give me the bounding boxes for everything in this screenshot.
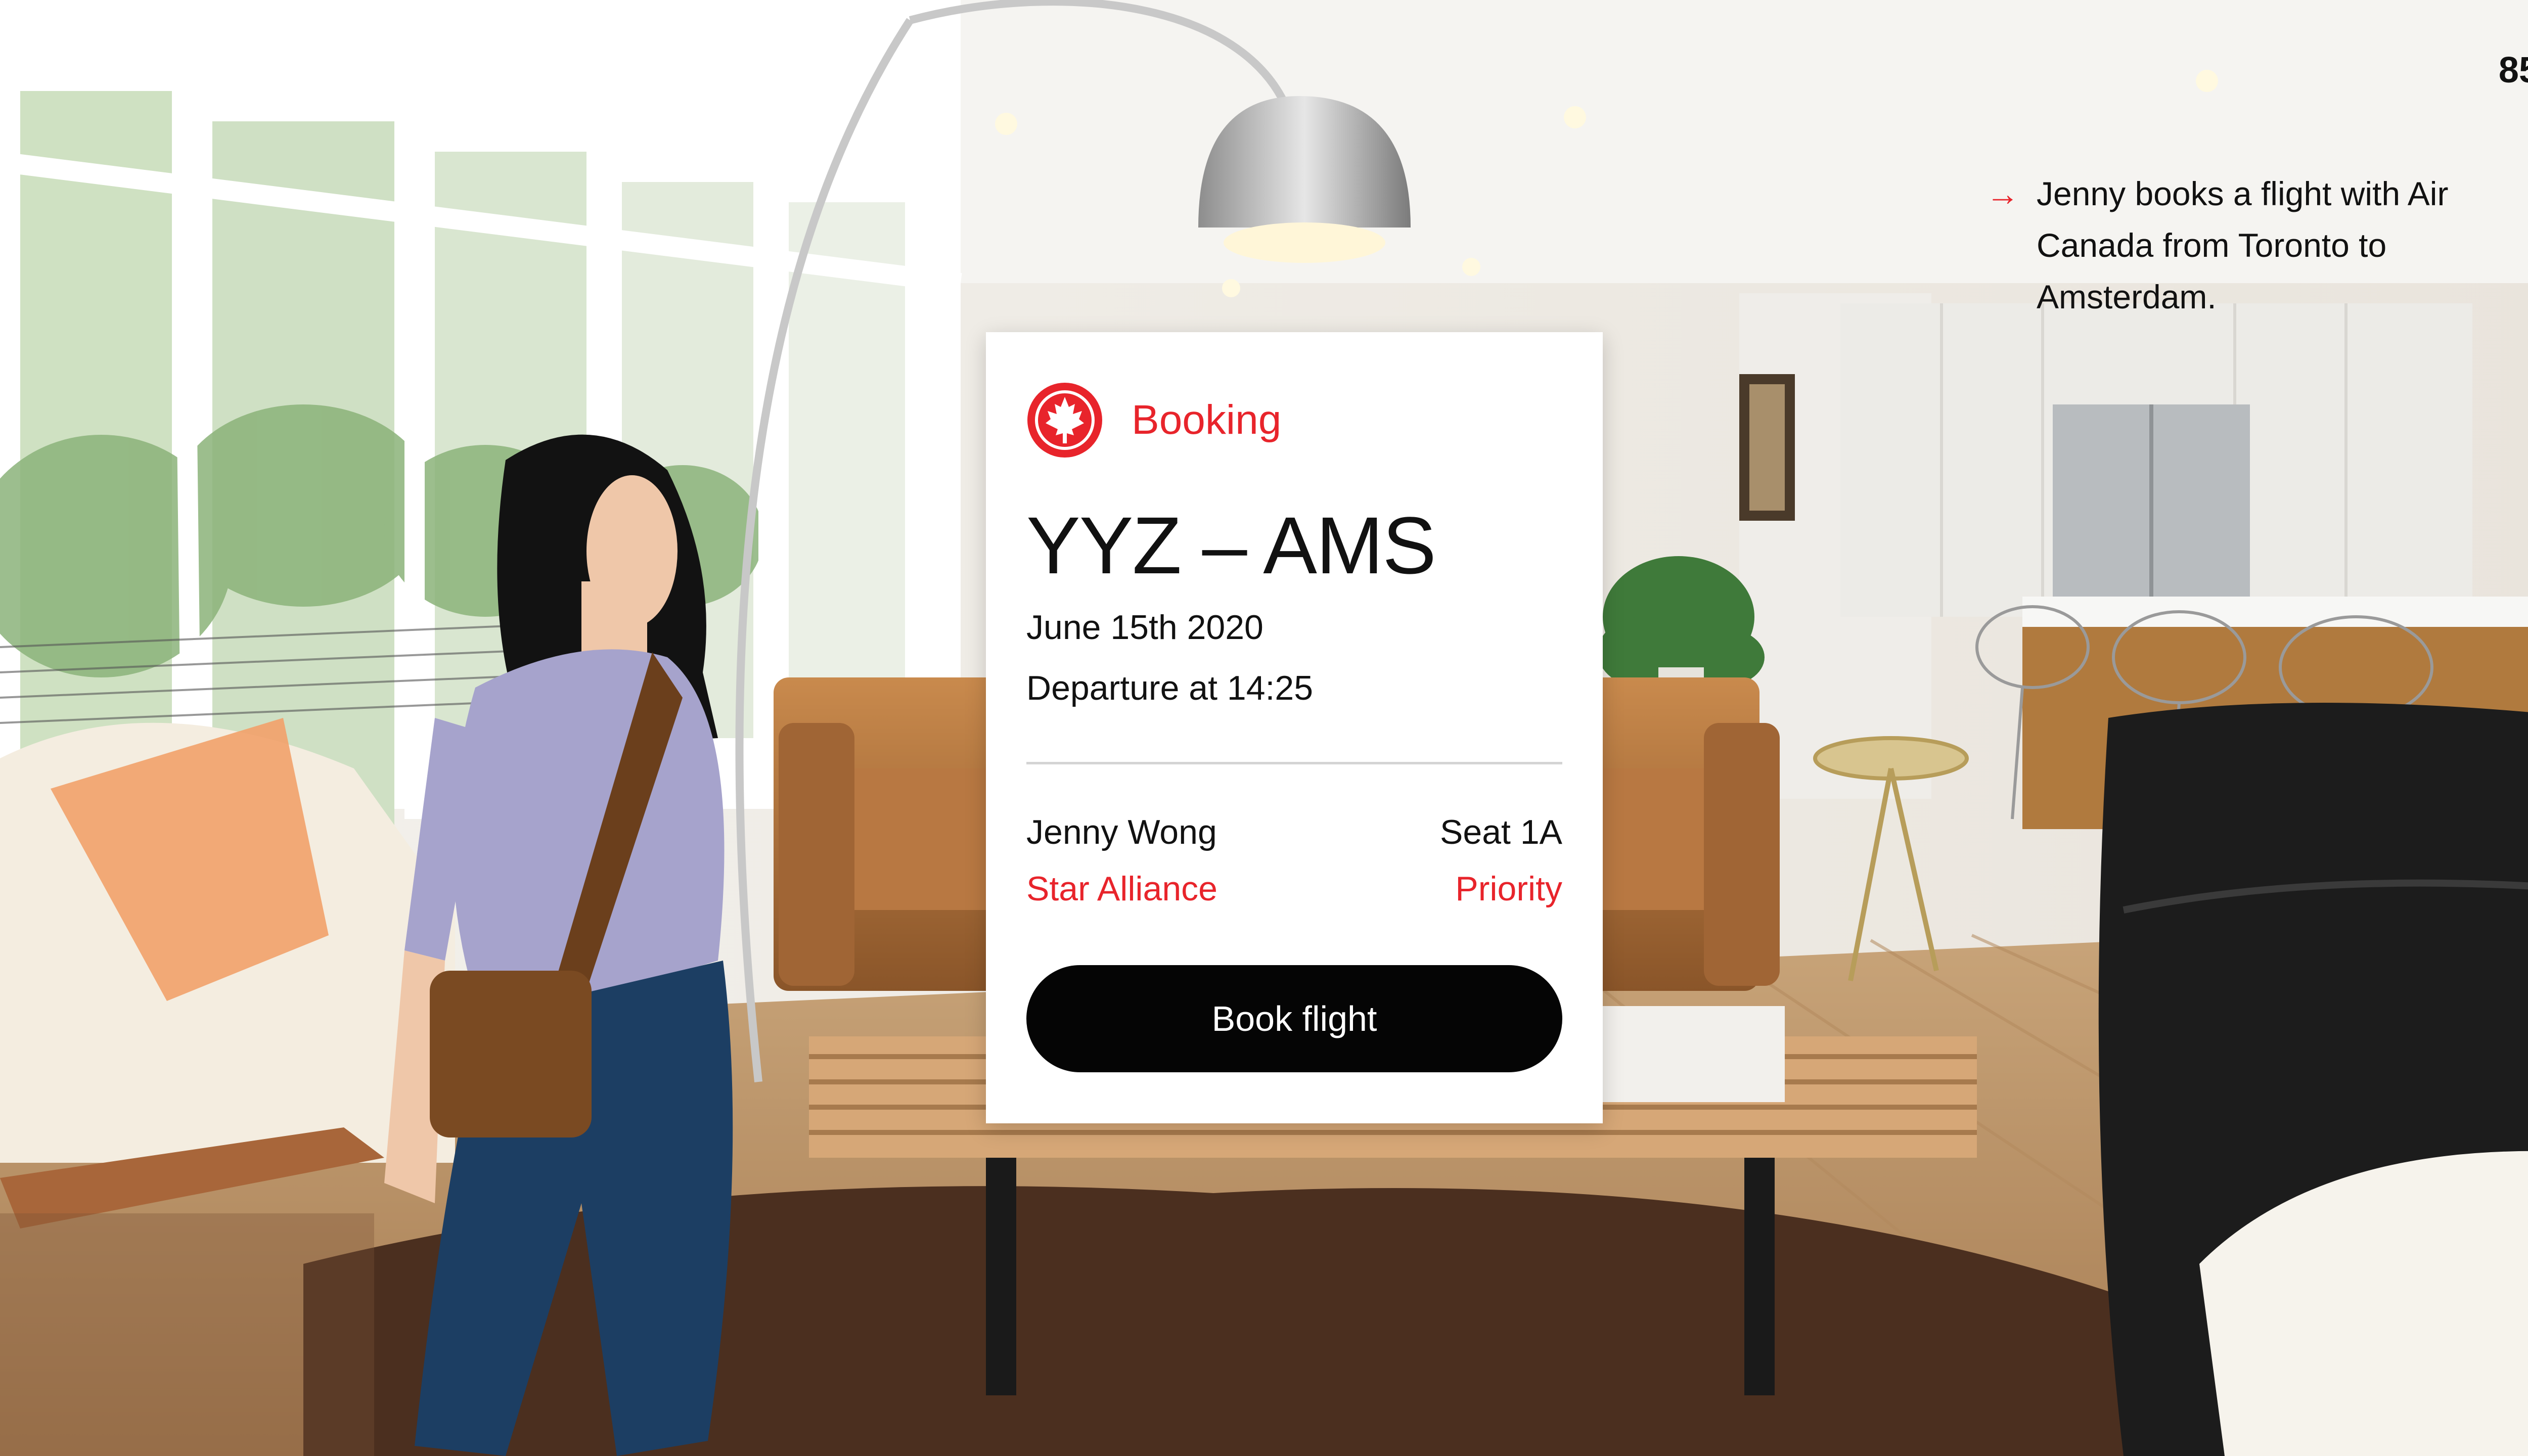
passenger-row: Jenny Wong Seat 1A xyxy=(1026,812,1562,852)
booking-label: Booking xyxy=(1132,397,1282,443)
seat-number: Seat 1A xyxy=(1440,813,1562,851)
page-number: 85 xyxy=(2498,50,2528,90)
caption: → Jenny books a flight with Air Canada f… xyxy=(1986,168,2492,323)
caption-text: Jenny books a flight with Air Canada fro… xyxy=(2037,175,2449,315)
status-row: Star Alliance Priority xyxy=(1026,869,1562,908)
flight-date: June 15th 2020 xyxy=(1026,608,1263,647)
flight-route: YYZ – AMS xyxy=(1026,500,1436,590)
card-header: Booking xyxy=(1027,383,1281,458)
booking-card: Booking YYZ – AMS June 15th 2020 Departu… xyxy=(986,332,1603,1123)
divider xyxy=(1026,762,1562,764)
maple-leaf-icon xyxy=(1027,383,1102,458)
departure-time: Departure at 14:25 xyxy=(1026,669,1314,707)
passenger-name: Jenny Wong xyxy=(1026,813,1217,851)
priority-label: Priority xyxy=(1455,870,1562,908)
alliance-label: Star Alliance xyxy=(1026,870,1217,908)
book-flight-button[interactable]: Book flight xyxy=(1026,965,1562,1072)
arrow-right-icon: → xyxy=(1986,175,2019,212)
